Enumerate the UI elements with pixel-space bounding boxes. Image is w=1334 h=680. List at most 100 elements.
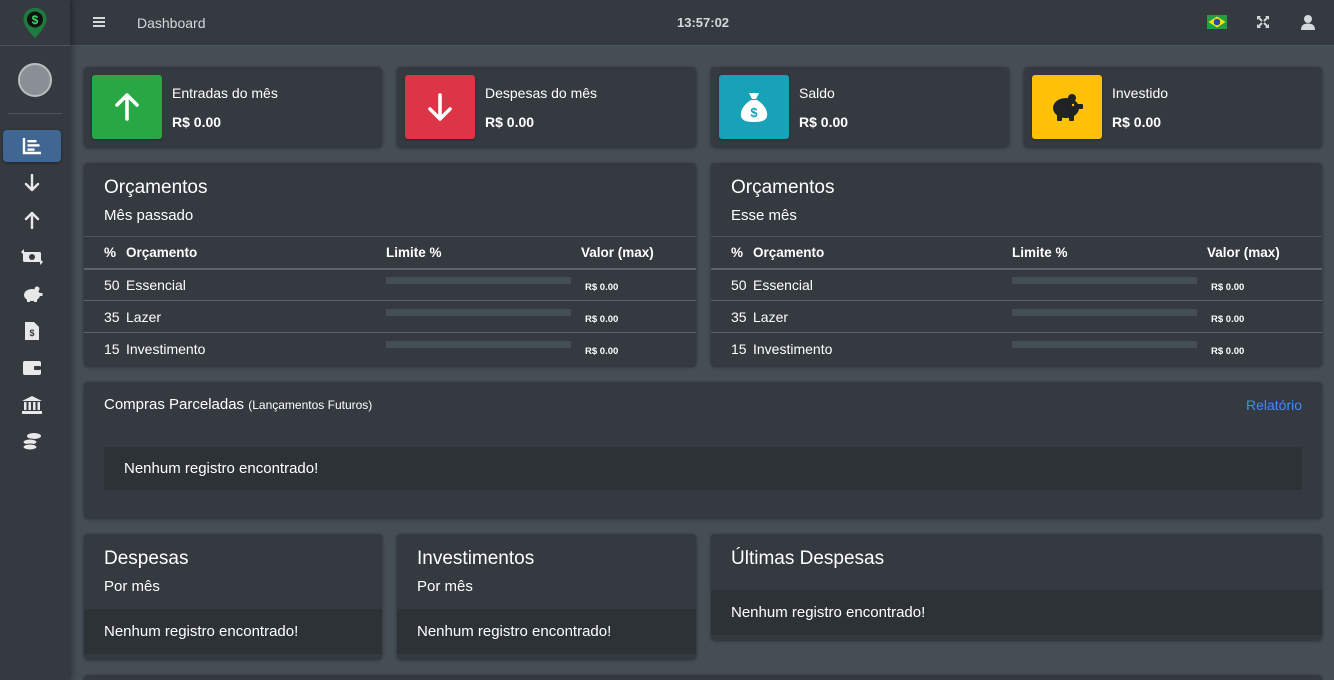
sidebar-item-income[interactable]	[3, 204, 61, 236]
budget-this-subtitle: Esse mês	[731, 207, 797, 224]
balance-label: Saldo	[799, 84, 835, 101]
logo-icon: $	[23, 7, 47, 38]
column-header-pct: %	[84, 236, 126, 270]
sidebar-item-dashboard[interactable]	[3, 130, 61, 162]
column-header-value: Valor (max)	[1207, 236, 1322, 270]
income-label: Entradas do mês	[172, 84, 278, 101]
arrow-down-icon	[428, 93, 452, 121]
row-pct: 15	[84, 332, 126, 365]
menu-toggle-button[interactable]	[92, 15, 106, 34]
investments-empty-message: Nenhum registro encontrado!	[397, 609, 696, 654]
row-name: Lazer	[753, 300, 1012, 333]
piggy-bank-icon	[24, 286, 43, 302]
column-header-budget: Orçamento	[126, 236, 386, 270]
row-value: R$ 0.00	[585, 313, 619, 325]
row-pct: 50	[711, 268, 753, 301]
investments-title: Investimentos	[417, 548, 535, 569]
installments-title: Compras Parceladas	[104, 396, 245, 413]
expenses-summary-card: Despesas do mês R$ 0.00	[397, 67, 696, 147]
user-menu-button[interactable]	[1300, 14, 1316, 35]
budget-last-month-card: Orçamentos Mês passado % Orçamento Limit…	[84, 163, 696, 366]
investments-subtitle: Por mês	[417, 578, 473, 595]
expenses-title: Despesas	[104, 548, 189, 569]
row-value: R$ 0.00	[585, 345, 619, 357]
clock: 13:57:02	[677, 15, 730, 30]
row-pct: 35	[711, 300, 753, 333]
expenses-by-month-card: Despesas Por mês Nenhum registro encontr…	[84, 534, 382, 659]
svg-text:$: $	[750, 105, 758, 120]
money-bag-icon: $	[740, 93, 768, 122]
arrow-up-icon	[24, 211, 40, 229]
income-value: R$ 0.00	[172, 113, 222, 130]
installments-empty-message: Nenhum registro encontrado!	[104, 447, 1302, 490]
limit-progress-bar	[386, 308, 571, 316]
limit-progress-bar	[1012, 340, 1197, 348]
brazil-flag-icon	[1207, 15, 1227, 29]
row-name: Essencial	[126, 268, 386, 301]
investments-by-month-card: Investimentos Por mês Nenhum registro en…	[397, 534, 696, 659]
latest-title: Últimas Despesas	[731, 548, 885, 569]
invested-value: R$ 0.00	[1112, 113, 1162, 130]
svg-text:$: $	[32, 13, 39, 27]
fullscreen-button[interactable]	[1256, 15, 1270, 34]
sidebar-item-banks[interactable]	[3, 389, 61, 421]
sidebar-nav: $	[0, 114, 70, 458]
column-header-limit: Limite %	[1012, 236, 1207, 270]
table-row: 50 Essencial R$ 0.00	[84, 268, 696, 301]
limit-progress-bar	[1012, 276, 1197, 284]
invoice-icon: $	[25, 322, 39, 340]
column-header-value: Valor (max)	[581, 236, 696, 270]
sidebar-item-wallet[interactable]	[3, 352, 61, 384]
invested-icon-box	[1032, 75, 1102, 139]
sidebar-item-expenses[interactable]	[3, 167, 61, 199]
table-row: 50 Essencial R$ 0.00	[711, 268, 1322, 301]
row-value: R$ 0.00	[1211, 313, 1245, 325]
money-exchange-icon	[21, 249, 43, 265]
arrow-up-icon	[115, 93, 139, 121]
avatar[interactable]	[18, 62, 52, 97]
report-link[interactable]: Relatório	[1246, 397, 1302, 413]
income-icon-box	[92, 75, 162, 139]
next-card	[84, 675, 1322, 680]
row-pct: 35	[84, 300, 126, 333]
svg-text:$: $	[29, 328, 34, 338]
topbar: Dashboard 13:57:02	[70, 0, 1334, 46]
budget-this-month-card: Orçamentos Esse mês % Orçamento Limite %…	[711, 163, 1322, 366]
limit-progress-bar	[386, 340, 571, 348]
column-header-budget: Orçamento	[753, 236, 1012, 270]
installments-note: (Lançamentos Futuros)	[248, 398, 373, 412]
invested-label: Investido	[1112, 84, 1169, 101]
language-selector[interactable]	[1207, 15, 1227, 34]
column-header-pct: %	[711, 236, 753, 270]
budget-last-title: Orçamentos	[104, 177, 208, 198]
row-value: R$ 0.00	[585, 281, 619, 293]
sidebar: $ $	[0, 0, 70, 680]
dashboard-link[interactable]: Dashboard	[137, 15, 206, 31]
limit-progress-bar	[386, 276, 571, 284]
sidebar-item-savings[interactable]	[3, 278, 61, 310]
expenses-value: R$ 0.00	[485, 113, 535, 130]
sidebar-item-investments[interactable]	[3, 426, 61, 458]
row-name: Investimento	[126, 332, 386, 365]
table-row: 35 Lazer R$ 0.00	[84, 300, 696, 333]
row-name: Lazer	[126, 300, 386, 333]
sidebar-item-transfers[interactable]	[3, 241, 61, 273]
budget-this-title: Orçamentos	[731, 177, 835, 198]
row-name: Essencial	[753, 268, 1012, 301]
row-name: Investimento	[753, 332, 1012, 365]
income-summary-card: Entradas do mês R$ 0.00	[84, 67, 382, 147]
sidebar-item-invoices[interactable]: $	[3, 315, 61, 347]
latest-empty-message: Nenhum registro encontrado!	[711, 590, 1322, 635]
brand-logo[interactable]: $	[0, 0, 70, 46]
installments-card: Compras Parceladas (Lançamentos Futuros)…	[84, 382, 1322, 518]
budget-this-table: % Orçamento Limite % Valor (max) 50 Esse…	[711, 236, 1322, 365]
expenses-icon-box	[405, 75, 475, 139]
expand-icon	[1257, 16, 1269, 28]
row-value: R$ 0.00	[1211, 345, 1245, 357]
budget-last-table: % Orçamento Limite % Valor (max) 50 Esse…	[84, 236, 696, 365]
user-icon	[1301, 15, 1315, 30]
chart-icon	[22, 138, 41, 155]
expenses-empty-message: Nenhum registro encontrado!	[84, 609, 382, 654]
piggy-bank-icon	[1053, 94, 1083, 121]
balance-icon-box: $	[719, 75, 789, 139]
